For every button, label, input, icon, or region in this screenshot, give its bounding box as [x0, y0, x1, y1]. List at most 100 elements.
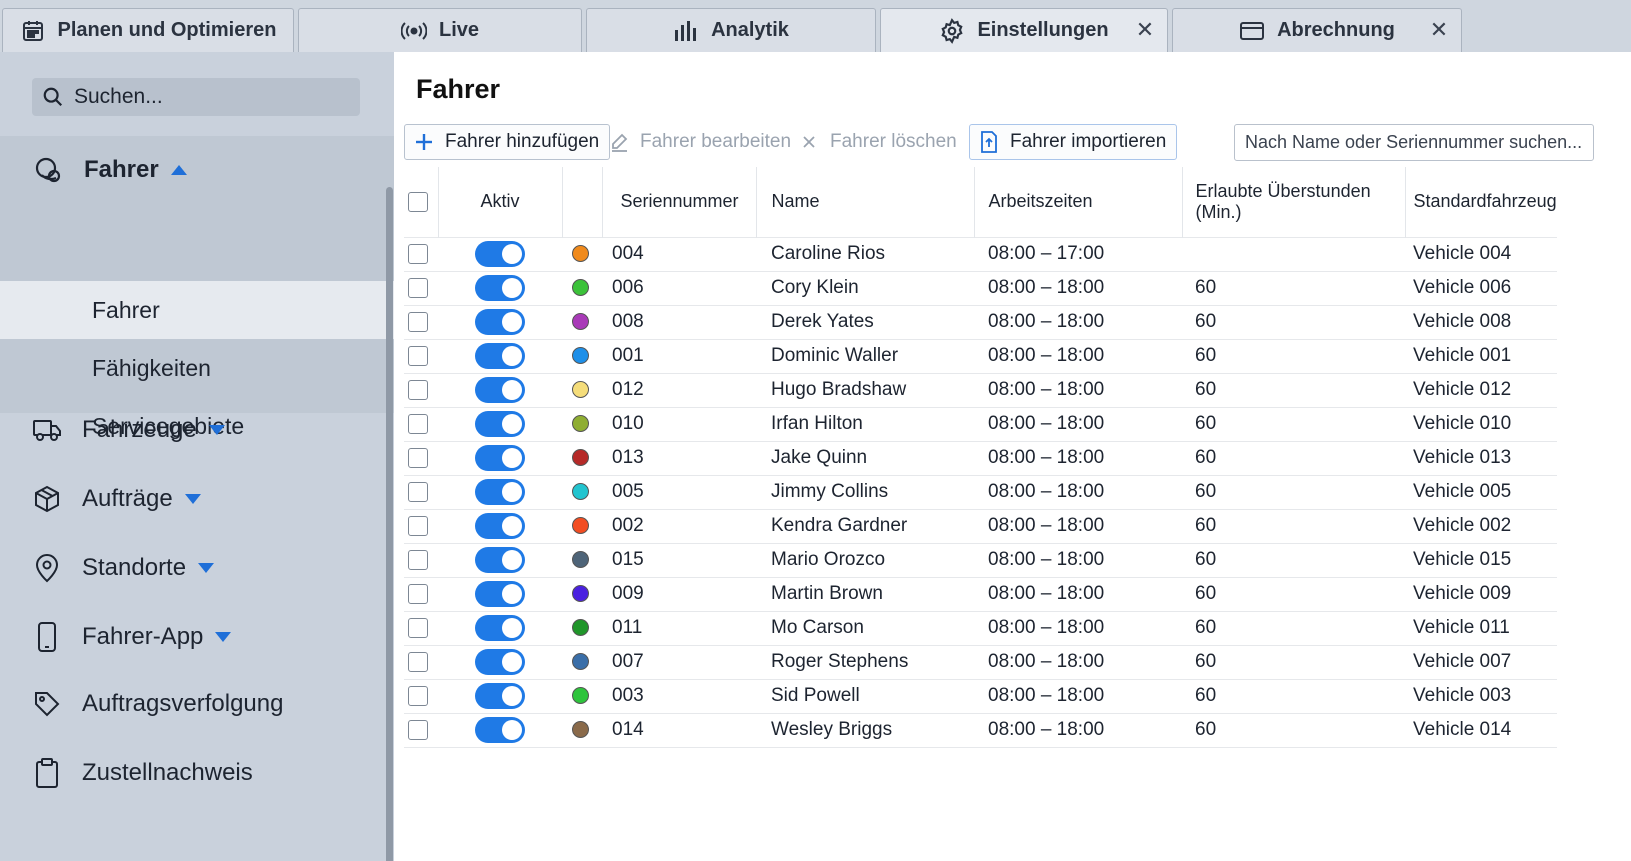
edit-driver-button[interactable]: Fahrer bearbeiten — [608, 124, 791, 160]
add-driver-button[interactable]: Fahrer hinzufügen — [404, 124, 611, 160]
row-checkbox[interactable] — [408, 345, 428, 366]
hours-cell: 08:00 – 18:00 — [974, 645, 1182, 680]
tab-einstellungen[interactable]: Einstellungen ✕ — [880, 8, 1168, 52]
row-checkbox[interactable] — [408, 481, 428, 502]
active-toggle[interactable] — [475, 581, 525, 607]
sidebar-item-zustellnachweis[interactable]: Zustellnachweis — [0, 745, 394, 801]
sidebar-item-fahrzeuge[interactable]: Fahrzeuge — [0, 402, 394, 458]
active-toggle[interactable] — [475, 547, 525, 573]
sidebar-item-label: Fahrer-App — [82, 623, 204, 650]
sidebar-item-fahrer-app[interactable]: Fahrer-App — [0, 609, 394, 665]
row-checkbox[interactable] — [408, 311, 428, 332]
active-cell — [438, 441, 562, 476]
row-checkbox[interactable] — [408, 719, 428, 740]
driver-search-input[interactable] — [1234, 124, 1594, 161]
row-checkbox[interactable] — [408, 583, 428, 604]
row-checkbox[interactable] — [408, 447, 428, 468]
active-toggle[interactable] — [475, 615, 525, 641]
vehicle-cell: Vehicle 012 — [1405, 373, 1557, 408]
overtime-cell: 60 — [1182, 645, 1405, 680]
serial-cell: 015 — [602, 543, 756, 578]
close-icon[interactable]: ✕ — [1429, 19, 1449, 41]
name-cell: Jake Quinn — [756, 441, 974, 476]
select-all-cell — [404, 167, 438, 237]
hours-cell: 08:00 – 18:00 — [974, 271, 1182, 306]
row-checkbox[interactable] — [408, 379, 428, 400]
active-toggle[interactable] — [475, 411, 525, 437]
overtime-cell — [1182, 236, 1405, 272]
column-header-ueberstunden[interactable]: Erlaubte Überstunden (Min.) — [1181, 167, 1405, 237]
table-row[interactable]: 013 Jake Quinn 08:00 – 18:00 60 Vehicle 013 — [404, 441, 1557, 476]
column-header-seriennummer[interactable]: Seriennummer — [601, 167, 756, 237]
active-toggle[interactable] — [475, 479, 525, 505]
row-checkbox[interactable] — [408, 617, 428, 638]
column-header-name[interactable]: Name — [755, 167, 974, 237]
active-toggle[interactable] — [475, 343, 525, 369]
color-dot — [572, 245, 589, 263]
row-checkbox[interactable] — [408, 685, 428, 706]
delete-driver-button[interactable]: Fahrer löschen — [798, 124, 957, 160]
tab-abrechnung[interactable]: Abrechnung ✕ — [1172, 8, 1462, 52]
sidebar-item-faehigkeiten[interactable]: Fähigkeiten — [0, 339, 394, 397]
active-toggle[interactable] — [475, 309, 525, 335]
active-cell — [438, 713, 562, 748]
active-toggle[interactable] — [475, 717, 525, 743]
tab-planen-und-optimieren[interactable]: Planen und Optimieren — [2, 8, 294, 52]
column-header-standardfahrzeug[interactable]: Standardfahrzeug — [1404, 167, 1557, 237]
sidebar-scrollbar[interactable] — [386, 187, 393, 861]
active-cell — [438, 236, 562, 272]
table-row[interactable]: 009 Martin Brown 08:00 – 18:00 60 Vehicle 00… — [404, 577, 1557, 612]
row-checkbox[interactable] — [408, 277, 428, 298]
active-toggle[interactable] — [475, 275, 525, 301]
active-toggle[interactable] — [475, 241, 525, 267]
column-header-aktiv[interactable]: Aktiv — [437, 167, 562, 237]
table-row[interactable]: 001 Dominic Waller 08:00 – 18:00 60 Vehicle … — [404, 339, 1557, 374]
sidebar-item-fahrer[interactable]: Fahrer — [0, 281, 394, 339]
row-checkbox[interactable] — [408, 515, 428, 536]
row-checkbox[interactable] — [408, 243, 428, 264]
close-icon[interactable]: ✕ — [1135, 19, 1155, 41]
active-toggle[interactable] — [475, 683, 525, 709]
tag-icon — [32, 689, 62, 719]
sidebar-item-standorte[interactable]: Standorte — [0, 540, 394, 596]
sidebar-item-auftragsverfolgung[interactable]: Auftragsverfolgung — [0, 676, 394, 732]
active-toggle[interactable] — [475, 649, 525, 675]
sidebar-item-auftraege[interactable]: Aufträge — [0, 471, 394, 527]
table-row[interactable]: 005 Jimmy Collins 08:00 – 18:00 60 Vehicle 0… — [404, 475, 1557, 510]
active-toggle[interactable] — [475, 377, 525, 403]
sidebar-search[interactable]: Suchen... — [32, 78, 360, 116]
table-row[interactable]: 007 Roger Stephens 08:00 – 18:00 60 Vehicle … — [404, 645, 1557, 680]
column-header-arbeitszeiten[interactable]: Arbeitszeiten — [973, 167, 1182, 237]
chevron-down-icon — [184, 494, 201, 504]
select-all-checkbox[interactable] — [408, 192, 428, 213]
color-cell — [562, 543, 602, 578]
vehicle-cell: Vehicle 004 — [1405, 236, 1557, 272]
row-checkbox[interactable] — [408, 549, 428, 570]
tab-live[interactable]: Live — [298, 8, 582, 52]
table-row[interactable]: 012 Hugo Bradshaw 08:00 – 18:00 60 Vehicle 0… — [404, 373, 1557, 408]
table-row[interactable]: 011 Mo Carson 08:00 – 18:00 60 Vehicle 011 — [404, 611, 1557, 646]
broadcast-icon — [400, 18, 427, 44]
table-row[interactable]: 002 Kendra Gardner 08:00 – 18:00 60 Vehicle … — [404, 509, 1557, 544]
active-toggle[interactable] — [475, 513, 525, 539]
table-row[interactable]: 003 Sid Powell 08:00 – 18:00 60 Vehicle 003 — [404, 679, 1557, 714]
vehicle-cell: Vehicle 003 — [1405, 679, 1557, 714]
import-driver-button[interactable]: Fahrer importieren — [969, 124, 1178, 160]
tab-analytik[interactable]: Analytik — [586, 8, 876, 52]
active-toggle[interactable] — [475, 445, 525, 471]
table-row[interactable]: 014 Wesley Briggs 08:00 – 18:00 60 Vehicle 0… — [404, 713, 1557, 748]
table-row[interactable]: 006 Cory Klein 08:00 – 18:00 60 Vehicle 006 — [404, 271, 1557, 306]
serial-cell: 003 — [602, 679, 756, 714]
table-row[interactable]: 015 Mario Orozco 08:00 – 18:00 60 Vehicle 01… — [404, 543, 1557, 578]
sidebar-section-header[interactable]: Fahrer — [0, 136, 394, 204]
table-row[interactable]: 008 Derek Yates 08:00 – 18:00 60 Vehicle 008 — [404, 305, 1557, 340]
table-row[interactable]: 004 Caroline Rios 08:00 – 17:00 Vehicle 004 — [404, 236, 1557, 272]
color-cell — [562, 713, 602, 748]
color-dot — [572, 313, 589, 331]
row-checkbox[interactable] — [408, 413, 428, 434]
active-cell — [438, 509, 562, 544]
tab-label: Abrechnung — [1277, 19, 1395, 41]
table-row[interactable]: 010 Irfan Hilton 08:00 – 18:00 60 Vehicle 01… — [404, 407, 1557, 442]
phone-icon — [32, 622, 62, 652]
row-checkbox[interactable] — [408, 651, 428, 672]
